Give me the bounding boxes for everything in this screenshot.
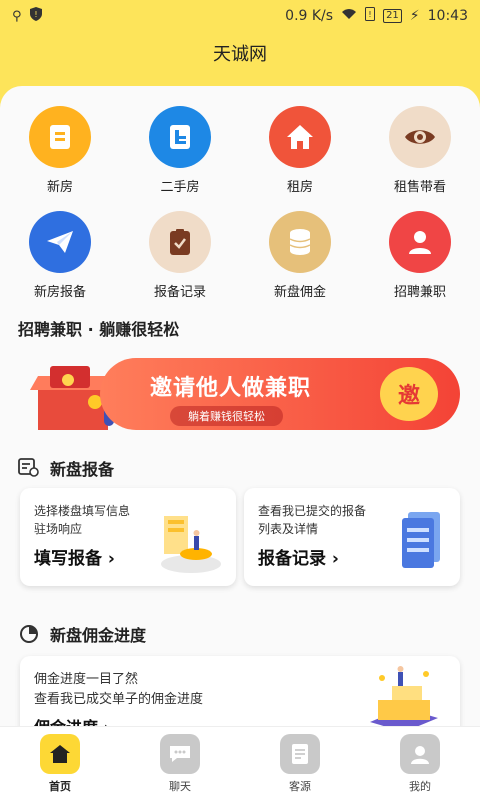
card-line: 驻场响应 xyxy=(34,522,83,536)
tab-home[interactable]: 首页 xyxy=(0,727,120,800)
coins-icon xyxy=(269,211,331,273)
grid-item-new-house[interactable]: 新房 xyxy=(0,106,120,195)
grid-item-recruit[interactable]: 招聘兼职 xyxy=(360,211,480,300)
grid-label: 租房 xyxy=(286,180,313,195)
card-line: 查看我已成交单子的佣金进度 xyxy=(34,692,204,707)
second-hand-icon xyxy=(149,106,211,168)
grid-label: 租售带看 xyxy=(393,180,446,195)
bottom-tab-bar: 首页 聊天 客源 我的 xyxy=(0,726,480,800)
new-house-icon xyxy=(29,106,91,168)
grid-label: 二手房 xyxy=(160,180,200,195)
card-line: 查看我已提交的报备 xyxy=(258,504,367,518)
card-line: 选择楼盘填写信息 xyxy=(34,504,131,518)
home-icon xyxy=(40,733,80,774)
grid-label: 新房报备 xyxy=(33,285,86,300)
clipboard-check-icon xyxy=(149,211,211,273)
grid-label: 报备记录 xyxy=(153,285,206,300)
recruit-banner[interactable]: 邀请他人做兼职 躺着赚钱很轻松 邀 xyxy=(20,348,460,440)
grid-item-second-hand[interactable]: 二手房 xyxy=(120,106,240,195)
shield-icon: ! xyxy=(29,7,42,25)
tab-label: 聊天 xyxy=(169,779,191,793)
report-section-header: 新盘报备 xyxy=(18,456,114,480)
progress-circle-icon xyxy=(18,623,40,645)
tab-label: 我的 xyxy=(409,779,431,793)
fill-report-link[interactable]: 填写报备 › xyxy=(34,544,115,569)
grid-item-report[interactable]: 新房报备 xyxy=(0,211,120,300)
feature-grid: 新房 二手房 租房 租售带看 新房报备 报备记录 新盘佣金 招聘兼职 xyxy=(0,106,480,300)
grid-label: 新盘佣金 xyxy=(273,285,326,300)
tab-label: 客源 xyxy=(289,779,311,793)
svg-text:!: ! xyxy=(368,10,371,19)
eye-icon xyxy=(389,106,451,168)
report-list-icon xyxy=(18,457,40,479)
sim-icon: ! xyxy=(365,7,376,25)
paper-plane-icon xyxy=(29,211,91,273)
building-illustration xyxy=(161,516,221,573)
commission-section-title: 新盘佣金进度 xyxy=(50,626,147,645)
document-stack-illustration xyxy=(402,512,440,568)
charging-icon: ⚡ xyxy=(409,8,420,24)
wifi-icon xyxy=(341,8,357,24)
report-section-title: 新盘报备 xyxy=(50,460,115,479)
main-panel: 新房 二手房 租房 租售带看 新房报备 报备记录 新盘佣金 招聘兼职 招聘兼职 … xyxy=(0,86,480,736)
svg-text:!: ! xyxy=(34,10,37,19)
commission-section-header: 新盘佣金进度 xyxy=(18,622,146,646)
person-icon xyxy=(389,211,451,273)
invite-button[interactable]: 邀 xyxy=(380,367,438,421)
clock: 10:43 xyxy=(427,8,468,24)
page-title: 天诚网 xyxy=(213,44,267,65)
recruit-section-title: 招聘兼职 · 躺赚很轻松 xyxy=(18,320,180,339)
tab-clients[interactable]: 客源 xyxy=(240,727,360,800)
clients-icon xyxy=(280,733,320,774)
network-speed: 0.9 K/s xyxy=(285,8,334,24)
grid-item-commission[interactable]: 新盘佣金 xyxy=(240,211,360,300)
usb-icon: ⚲ xyxy=(12,8,22,24)
card-line: 佣金进度一目了然 xyxy=(34,672,139,687)
status-bar: ⚲ ! 0.9 K/s ! 21 ⚡ 10:43 xyxy=(0,0,480,32)
grid-label: 新房 xyxy=(46,180,73,195)
grid-item-viewing[interactable]: 租售带看 xyxy=(360,106,480,195)
battery-icon: 21 xyxy=(383,9,402,23)
grid-item-rent[interactable]: 租房 xyxy=(240,106,360,195)
commission-card[interactable]: 佣金进度一目了然 查看我已成交单子的佣金进度 佣金进度 › xyxy=(20,656,460,736)
chat-icon xyxy=(160,733,200,774)
tab-mine[interactable]: 我的 xyxy=(360,727,480,800)
home-icon xyxy=(269,106,331,168)
grid-label: 招聘兼职 xyxy=(393,285,446,300)
report-records-link[interactable]: 报备记录 › xyxy=(258,544,339,569)
card-line: 列表及详情 xyxy=(258,522,319,536)
banner-headline: 邀请他人做兼职 xyxy=(150,376,312,401)
coin-stairs-illustration xyxy=(370,666,438,732)
fill-report-card[interactable]: 选择楼盘填写信息 驻场响应 填写报备 › xyxy=(20,488,236,586)
tab-label: 首页 xyxy=(49,779,71,793)
banner-subtitle: 躺着赚钱很轻松 xyxy=(170,406,283,426)
tab-chat[interactable]: 聊天 xyxy=(120,727,240,800)
user-icon xyxy=(400,733,440,774)
grid-item-report-records[interactable]: 报备记录 xyxy=(120,211,240,300)
report-records-card[interactable]: 查看我已提交的报备 列表及详情 报备记录 › xyxy=(244,488,460,586)
